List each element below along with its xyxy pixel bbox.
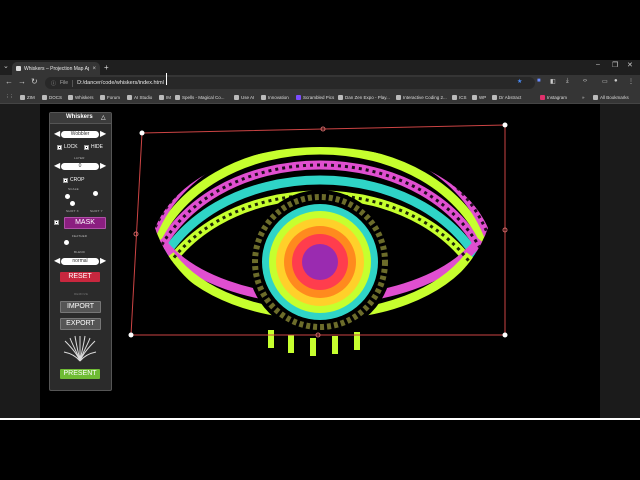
corner-handle-bottom-right[interactable] xyxy=(502,332,508,338)
shift-x-label: SHIFT X xyxy=(66,209,79,213)
shift-x-knob[interactable] xyxy=(70,201,75,206)
shift-y-label: SHIFT Y xyxy=(90,209,103,213)
shift-y-knob[interactable] xyxy=(93,191,98,196)
crop-label: CROP xyxy=(70,177,85,183)
layer-label: LAYER xyxy=(74,156,85,160)
reset-button[interactable]: RESET xyxy=(60,272,100,282)
effect-next-icon[interactable]: ▶ xyxy=(100,130,106,138)
present-button[interactable]: PRESENT xyxy=(60,369,100,379)
whiskers-logo-icon xyxy=(63,335,97,362)
export-button[interactable]: EXPORT xyxy=(60,318,101,330)
collapse-icon[interactable]: △ xyxy=(101,114,106,121)
bottom-divider xyxy=(0,418,640,420)
effect-prev-icon[interactable]: ◀ xyxy=(54,130,60,138)
import-button[interactable]: IMPORT xyxy=(60,301,101,313)
panel-header[interactable]: Whiskers △ xyxy=(50,113,111,124)
hide-checkbox[interactable] xyxy=(84,145,89,150)
panel-title: Whiskers xyxy=(66,114,93,120)
hide-label: HIDE xyxy=(91,144,103,150)
text-cursor-icon xyxy=(166,73,167,85)
scale-knob[interactable] xyxy=(65,194,70,199)
feather-label: FEATHER xyxy=(72,234,88,238)
effect-select[interactable]: Wobbler xyxy=(61,131,99,138)
lock-label: LOCK xyxy=(64,144,78,150)
corner-handle-bottom-left[interactable] xyxy=(128,332,134,338)
mask-checkbox[interactable] xyxy=(54,220,59,225)
blend-prev-icon[interactable]: ◀ xyxy=(54,257,60,265)
whiskers-panel: Whiskers △ ◀ Wobbler ▶ LOCK HIDE LAYER ◀… xyxy=(49,112,112,391)
crop-checkbox[interactable] xyxy=(63,178,68,183)
mask-button[interactable]: MASK xyxy=(64,217,106,229)
corner-handle-top-left[interactable] xyxy=(139,130,145,136)
blend-next-icon[interactable]: ▶ xyxy=(100,257,106,265)
feather-knob[interactable] xyxy=(64,240,69,245)
bottom-drips xyxy=(268,330,360,356)
layer-next-icon[interactable]: ▶ xyxy=(100,162,106,170)
lock-checkbox[interactable] xyxy=(57,145,62,150)
layer-input[interactable]: 0 xyxy=(61,163,99,170)
layer-prev-icon[interactable]: ◀ xyxy=(54,162,60,170)
remove-label[interactable]: REMOVE xyxy=(74,292,88,296)
blend-select[interactable]: normal xyxy=(61,258,99,265)
scale-label: SCALE xyxy=(68,187,79,191)
blend-label: BLEND xyxy=(74,250,86,254)
corner-handle-top-right[interactable] xyxy=(502,122,508,128)
